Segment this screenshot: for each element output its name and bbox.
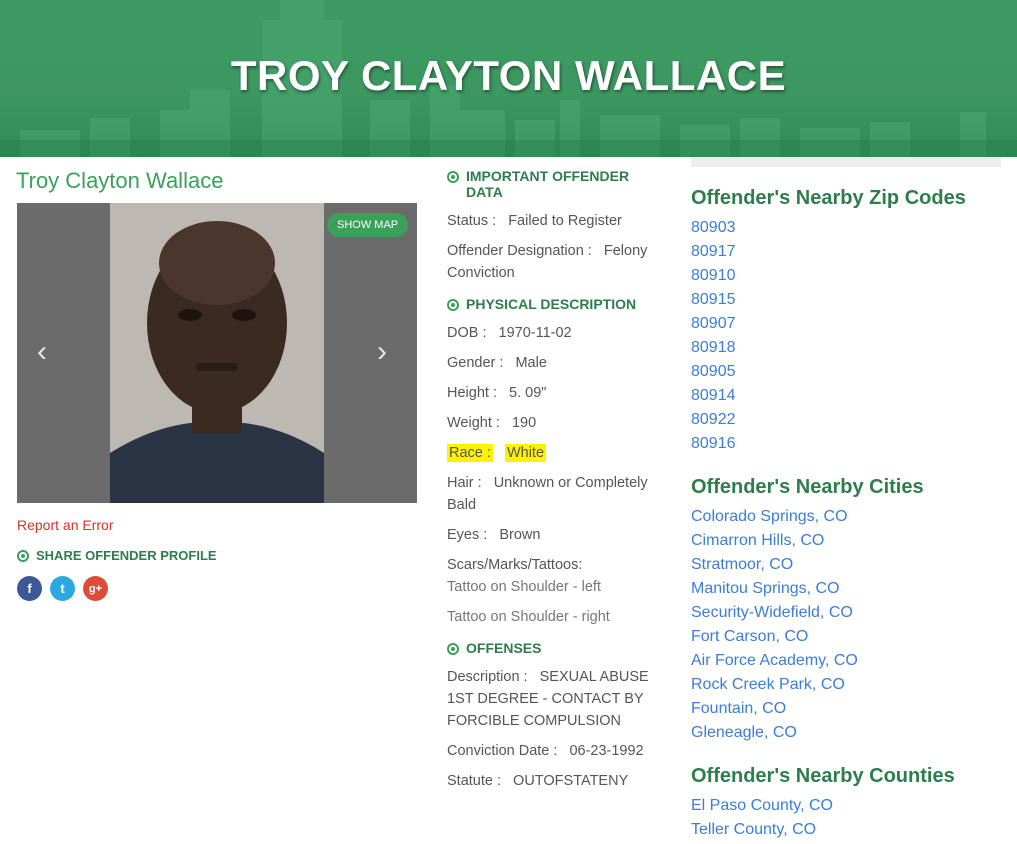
race-row: Race : White	[447, 444, 547, 462]
hair-row: Hair : Unknown or Completely Bald	[447, 475, 648, 513]
important-data-heading: IMPORTANT OFFENDER DATA	[447, 168, 662, 200]
city-link[interactable]: Manitou Springs, CO	[691, 577, 1001, 601]
offender-photo	[110, 203, 324, 503]
share-label: SHARE OFFENDER PROFILE	[36, 548, 217, 563]
zip-link[interactable]: 80922	[691, 408, 1001, 432]
nearby-counties-list: El Paso County, CO Teller County, CO	[691, 794, 1001, 842]
county-link[interactable]: El Paso County, CO	[691, 794, 1001, 818]
header-banner: TROY CLAYTON WALLACE	[0, 0, 1017, 157]
facebook-icon[interactable]: f	[17, 576, 42, 601]
show-map-button[interactable]: SHOW MAP	[327, 213, 409, 237]
city-link[interactable]: Rock Creek Park, CO	[691, 673, 1001, 697]
city-link[interactable]: Security-Widefield, CO	[691, 601, 1001, 625]
height-row: Height : 5. 09"	[447, 385, 547, 401]
city-link[interactable]: Gleneagle, CO	[691, 721, 1001, 745]
nearby-cities-heading: Offender's Nearby Cities	[691, 476, 924, 498]
twitter-icon[interactable]: t	[50, 576, 75, 601]
sidebar-top-bar	[691, 157, 1001, 167]
offense-description-row: Description : SEXUAL ABUSE 1ST DEGREE - …	[447, 669, 649, 729]
statute-row: Statute : OUTOFSTATENY	[447, 773, 629, 789]
offender-name-heading: Troy Clayton Wallace	[16, 168, 224, 193]
city-link[interactable]: Air Force Academy, CO	[691, 649, 1001, 673]
dob-row: DOB : 1970-11-02	[447, 325, 572, 341]
zip-link[interactable]: 80914	[691, 384, 1001, 408]
offender-portrait-image	[110, 203, 324, 503]
target-dot-icon	[447, 171, 459, 183]
eyes-row: Eyes : Brown	[447, 527, 541, 543]
zip-link[interactable]: 80907	[691, 312, 1001, 336]
weight-row: Weight : 190	[447, 415, 537, 431]
zip-link[interactable]: 80903	[691, 216, 1001, 240]
nearby-counties-heading: Offender's Nearby Counties	[691, 765, 955, 787]
carousel-prev-icon[interactable]: ‹	[37, 337, 47, 367]
city-link[interactable]: Colorado Springs, CO	[691, 505, 1001, 529]
carousel-next-icon[interactable]: ›	[377, 337, 387, 367]
target-dot-icon	[447, 299, 459, 311]
offenses-heading: OFFENSES	[447, 640, 662, 656]
zip-link[interactable]: 80910	[691, 264, 1001, 288]
zip-link[interactable]: 80917	[691, 240, 1001, 264]
city-link[interactable]: Stratmoor, CO	[691, 553, 1001, 577]
conviction-date-row: Conviction Date : 06-23-1992	[447, 743, 644, 759]
nearby-sidebar: Offender's Nearby Zip Codes 80903 80917 …	[691, 157, 1001, 842]
report-error-link[interactable]: Report an Error	[17, 517, 113, 533]
scars-row-2: Tattoo on Shoulder - right	[447, 609, 610, 625]
physical-description-heading: PHYSICAL DESCRIPTION	[447, 296, 662, 312]
share-section-heading: SHARE OFFENDER PROFILE	[17, 548, 217, 563]
social-share-buttons: f t g+	[17, 576, 108, 601]
gender-row: Gender : Male	[447, 355, 547, 371]
google-plus-icon[interactable]: g+	[83, 576, 108, 601]
county-link[interactable]: Teller County, CO	[691, 818, 1001, 842]
scars-row: Scars/Marks/Tattoos: Tattoo on Shoulder …	[447, 557, 601, 595]
page-title: TROY CLAYTON WALLACE	[230, 52, 787, 99]
city-link[interactable]: Cimarron Hills, CO	[691, 529, 1001, 553]
designation-row: Offender Designation : Felony Conviction	[447, 243, 648, 281]
city-link[interactable]: Fort Carson, CO	[691, 625, 1001, 649]
target-dot-icon	[447, 643, 459, 655]
target-dot-icon	[17, 549, 29, 562]
status-row: Status : Failed to Register	[447, 213, 622, 229]
photo-carousel[interactable]: ‹ › SHOW MAP	[17, 203, 417, 503]
zip-link[interactable]: 80916	[691, 432, 1001, 456]
zip-link[interactable]: 80918	[691, 336, 1001, 360]
offender-details: IMPORTANT OFFENDER DATA Status : Failed …	[447, 168, 662, 800]
city-link[interactable]: Fountain, CO	[691, 697, 1001, 721]
zip-link[interactable]: 80915	[691, 288, 1001, 312]
nearby-zip-list: 80903 80917 80910 80915 80907 80918 8090…	[691, 216, 1001, 456]
zip-link[interactable]: 80905	[691, 360, 1001, 384]
nearby-zip-heading: Offender's Nearby Zip Codes	[691, 187, 966, 209]
nearby-cities-list: Colorado Springs, CO Cimarron Hills, CO …	[691, 505, 1001, 745]
